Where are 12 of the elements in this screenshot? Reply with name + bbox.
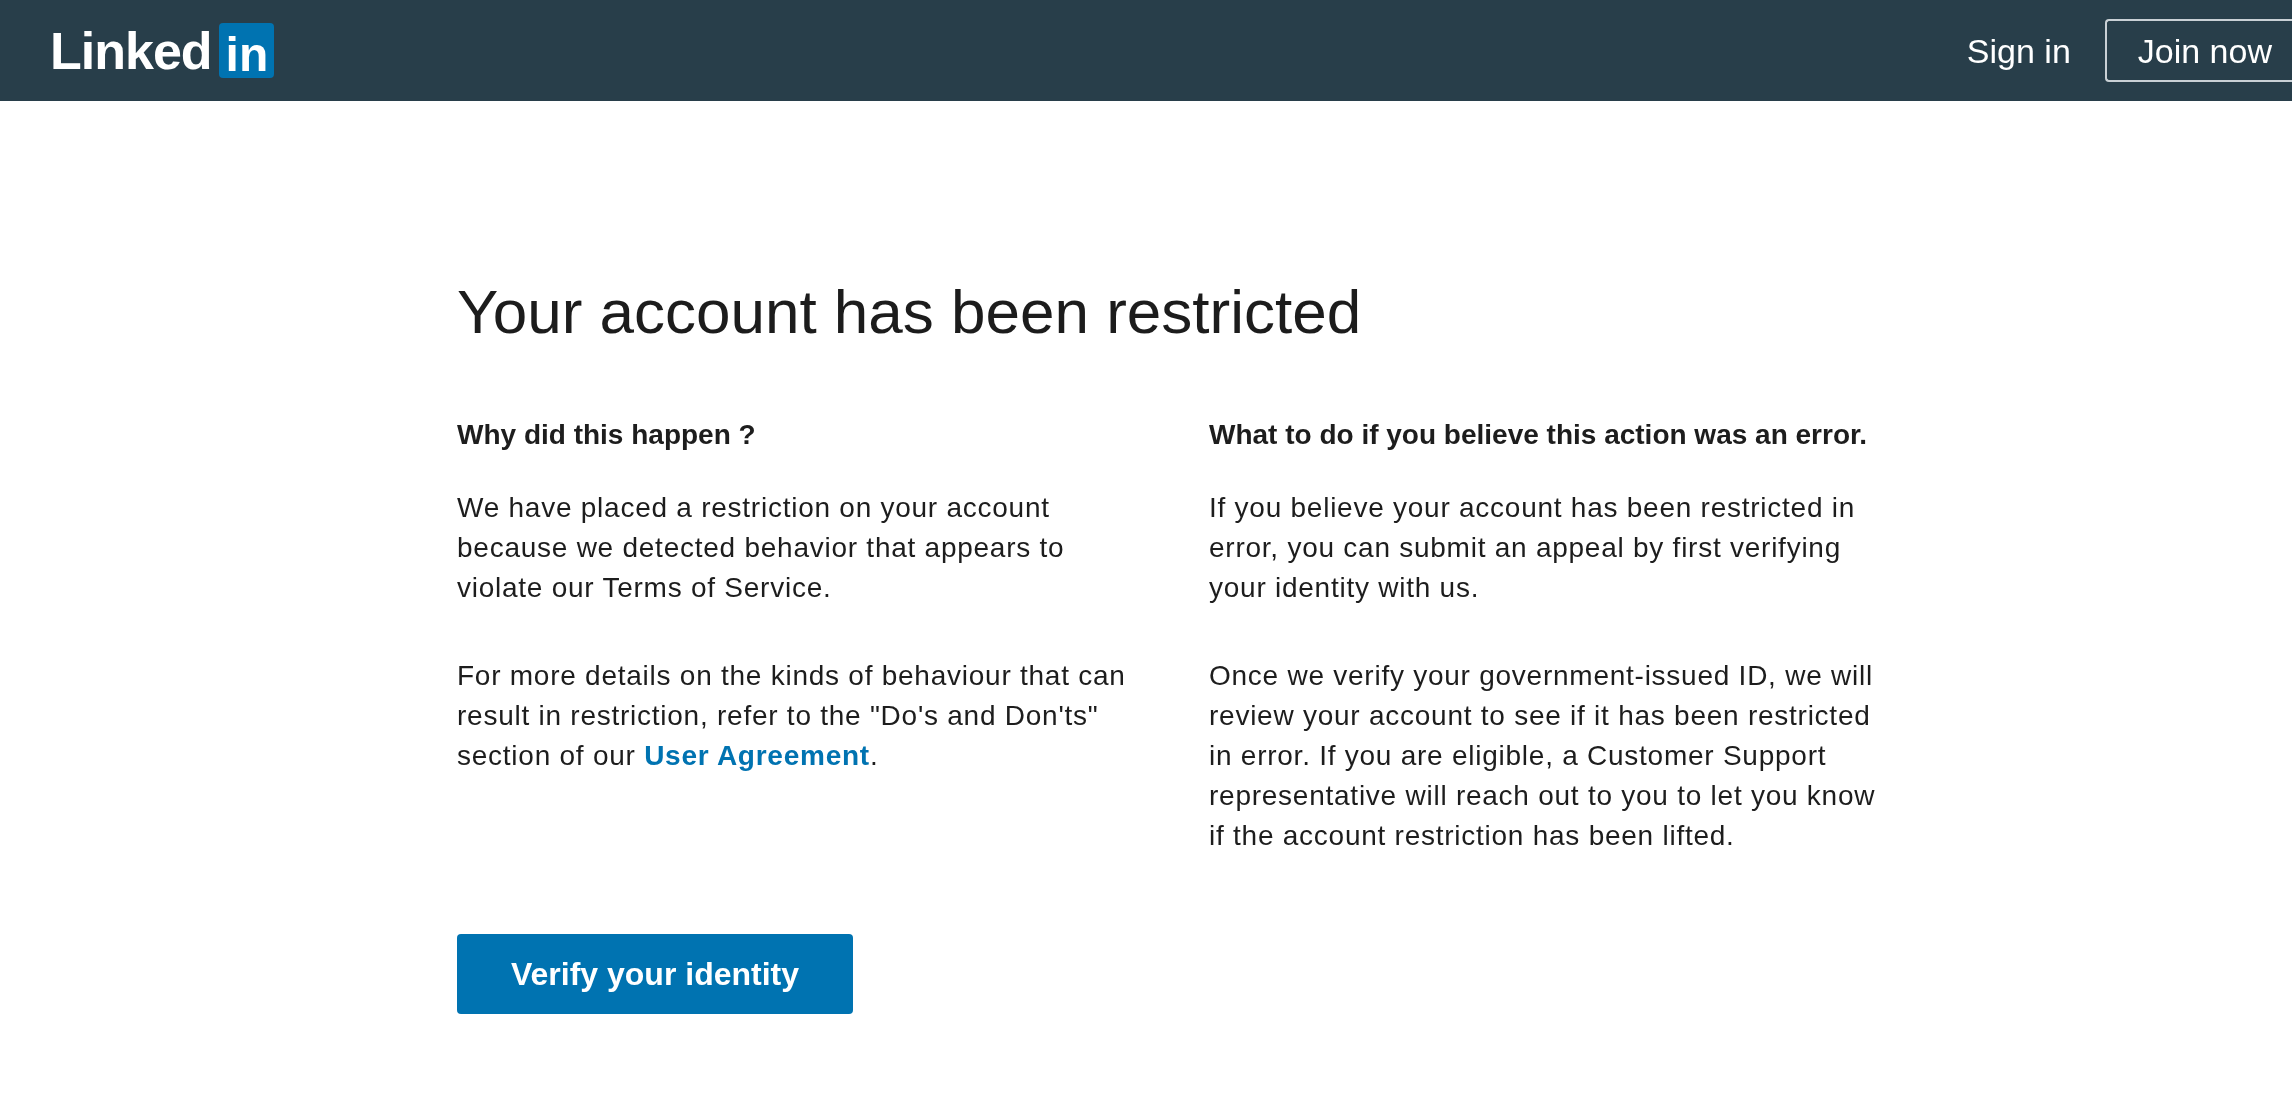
- body-paragraph: If you believe your account has been restricted in error, you can submit an appeal by first verifying your identity with us.: [1209, 491, 1857, 606]
- section-heading: Why did this happen ?: [457, 418, 757, 453]
- agreement-link[interactable]: User Agreement: [644, 740, 870, 772]
- logo[interactable]: Linked in: [50, 23, 275, 78]
- sign-in-link[interactable]: Sign in: [1966, 33, 2071, 68]
- body-paragraph: We have placed a restriction on your account because we detected behavior that appears to violate our Terms of Service.: [457, 491, 1066, 606]
- page-title: Your account has been restricted: [457, 276, 1363, 348]
- verify-identity-button[interactable]: Verify your identity: [457, 934, 853, 1015]
- body-paragraph: Once we verify your government-issued ID, we will review your account to see if it has been restricted in error. If you are eligible, a Customer Support representative will reach out to you to let you know if the account restriction has been lifted.: [1209, 659, 1877, 854]
- body-paragraph: For more details on the kinds of behaviour that can result in restriction, refer to the "Do's and Don'ts" section of our User Agreement.: [457, 659, 1127, 774]
- join-now-button[interactable]: Join now: [2104, 19, 2292, 82]
- section-heading: What to do if you believe this action was an error.: [1209, 418, 1869, 453]
